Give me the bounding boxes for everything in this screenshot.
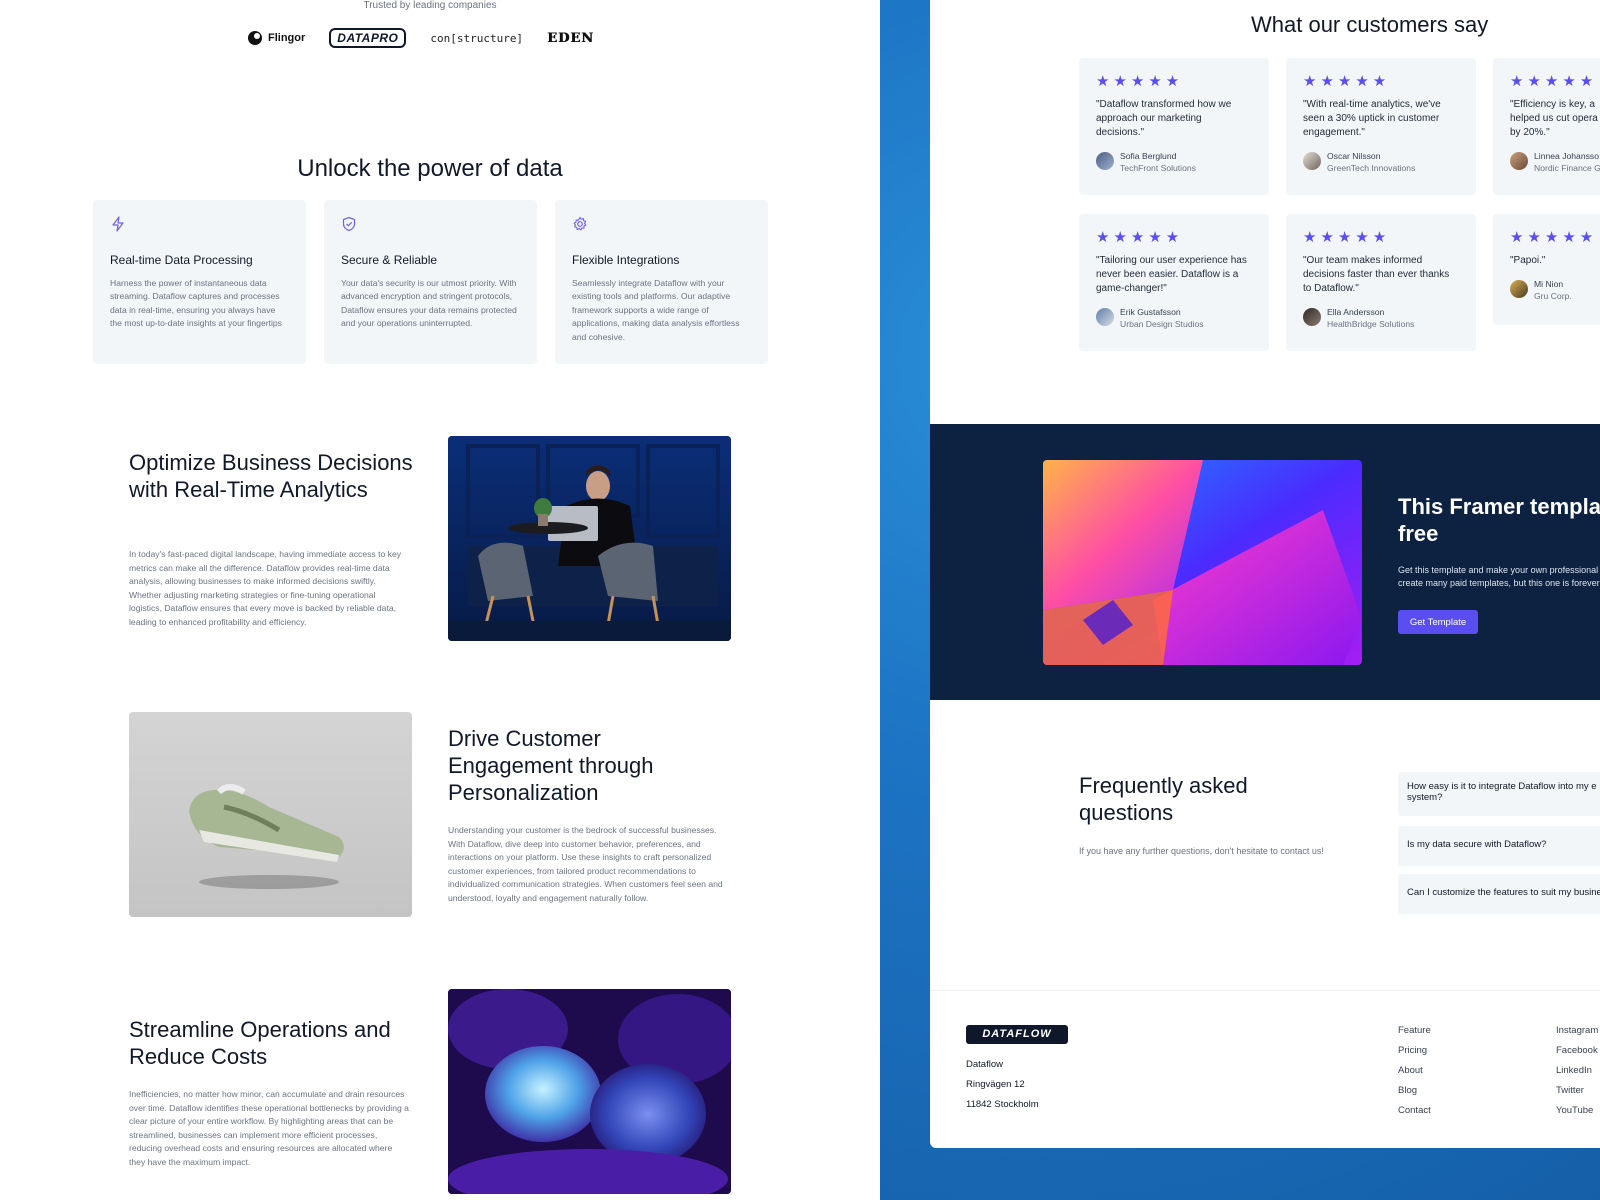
author-name: Ella Andersson [1327, 307, 1385, 317]
faq-item[interactable]: How easy is it to integrate Dataflow int… [1398, 772, 1600, 816]
footer-link-instagram[interactable]: Instagram [1556, 1025, 1598, 1036]
author-company: HealthBridge Solutions [1327, 319, 1415, 329]
faq-item[interactable]: Can I customize the features to suit my … [1398, 874, 1600, 914]
author-name: Mi Nion [1534, 279, 1564, 289]
photo-man-laptop [448, 436, 731, 641]
cta-section: This Framer templa free Get this templat… [930, 424, 1600, 700]
star-rating-icon: ★★★★★ [1303, 229, 1391, 246]
flingor-icon [248, 31, 262, 45]
faq-subtitle: If you have any further questions, don't… [1079, 846, 1324, 856]
testimonial-author: Linnea Johansso Nordic Finance G [1510, 150, 1600, 175]
footer-link-twitter[interactable]: Twitter [1556, 1085, 1584, 1096]
shield-icon [342, 216, 356, 232]
block-text: Understanding your customer is the bedro… [448, 825, 723, 903]
testimonial-card: ★★★★★ "Our team makes informed decisions… [1286, 214, 1476, 351]
gear-icon [573, 216, 587, 231]
cta-text: Get this template and make your own prof… [1398, 565, 1600, 588]
star-rating-icon: ★★★★★ [1303, 73, 1391, 90]
feature-desc: Harness the power of instantaneous data … [110, 278, 282, 329]
footer-link-linkedin[interactable]: LinkedIn [1556, 1065, 1592, 1076]
author-name: Sofia Berglund [1120, 151, 1177, 161]
block-title: Optimize Business Decisions with Real-Ti… [129, 450, 413, 502]
feature-desc: Seamlessly integrate Dataflow with your … [572, 278, 740, 342]
author-name: Linnea Johansso [1534, 151, 1599, 161]
avatar [1303, 152, 1321, 170]
testimonial-card: ★★★★★ "Papoi." Mi Nion Gru Corp. [1493, 214, 1600, 325]
logo-flingor: Flingor [248, 31, 305, 45]
feature-card: Real-time Data Processing Harness the po… [93, 200, 306, 364]
testimonial-card: ★★★★★ "Tailoring our user experience has… [1079, 214, 1269, 351]
testimonial-quote: "Tailoring our user experience has never… [1096, 255, 1247, 294]
feature-card: Secure & Reliable Your data's security i… [324, 200, 537, 364]
feature-card: Flexible Integrations Seamlessly integra… [555, 200, 768, 364]
author-company: Nordic Finance G [1534, 163, 1600, 173]
cta-abstract-image [1043, 460, 1362, 665]
feature-title: Flexible Integrations [572, 253, 680, 267]
photo-sneaker [129, 712, 412, 917]
client-logos: Flingor DATAPRO con[structure] EDEN [248, 28, 594, 48]
footer-address-line: 11842 Stockholm [966, 1099, 1039, 1110]
testimonial-author: Oscar Nilsson GreenTech Innovations [1303, 150, 1459, 175]
author-company: Gru Corp. [1534, 291, 1572, 301]
left-page: Trusted by leading companies Flingor DAT… [0, 0, 880, 1200]
footer-link-pricing[interactable]: Pricing [1398, 1045, 1427, 1056]
testimonial-quote: "Efficiency is key, a helped us cut oper… [1510, 99, 1598, 138]
author-name: Erik Gustafsson [1120, 307, 1181, 317]
cta-title: This Framer templa free [1398, 494, 1600, 546]
star-rating-icon: ★★★★★ [1096, 73, 1184, 90]
footer-address-line: Ringvägen 12 [966, 1079, 1025, 1090]
logo-construct: con[structure] [430, 31, 524, 45]
author-company: GreenTech Innovations [1327, 163, 1416, 173]
testimonial-card: ★★★★★ "Dataflow transformed how we appro… [1079, 58, 1269, 195]
block-text: Inefficiencies, no matter how minor, can… [129, 1089, 409, 1167]
section-title: Unlock the power of data [297, 155, 563, 182]
logo-datapro: DATAPRO [329, 28, 407, 48]
feature-title: Real-time Data Processing [110, 253, 253, 267]
block-text: In today's fast-paced digital landscape,… [129, 549, 402, 627]
avatar [1096, 152, 1114, 170]
footer-address-line: Dataflow [966, 1059, 1003, 1070]
avatar [1510, 280, 1528, 298]
footer-link-blog[interactable]: Blog [1398, 1085, 1417, 1096]
photo-coral [448, 989, 731, 1194]
testimonial-quote: "Dataflow transformed how we approach ou… [1096, 99, 1232, 138]
footer-link-feature[interactable]: Feature [1398, 1025, 1431, 1036]
author-name: Oscar Nilsson [1327, 151, 1381, 161]
author-company: TechFront Solutions [1120, 163, 1196, 173]
lightning-icon [112, 216, 124, 232]
avatar [1303, 308, 1321, 326]
author-company: Urban Design Studios [1120, 319, 1204, 329]
footer-link-youtube[interactable]: YouTube [1556, 1105, 1593, 1116]
testimonial-card: ★★★★★ "With real-time analytics, we've s… [1286, 58, 1476, 195]
star-rating-icon: ★★★★★ [1510, 73, 1598, 90]
testimonial-card: ★★★★★ "Efficiency is key, a helped us cu… [1493, 58, 1600, 195]
block-title: Streamline Operations and Reduce Costs [129, 1017, 391, 1069]
faq-item[interactable]: Is my data secure with Dataflow? [1398, 826, 1600, 866]
feature-title: Secure & Reliable [341, 253, 438, 267]
trusted-label: Trusted by leading companies [363, 0, 497, 11]
testimonial-author: Ella Andersson HealthBridge Solutions [1303, 306, 1459, 331]
logo-eden: EDEN [547, 30, 595, 46]
star-rating-icon: ★★★★★ [1510, 229, 1598, 246]
star-rating-icon: ★★★★★ [1096, 229, 1184, 246]
customers-title: What our customers say [1251, 12, 1489, 37]
faq-title: Frequently asked questions [1079, 773, 1248, 825]
testimonial-quote: "With real-time analytics, we've seen a … [1303, 99, 1441, 138]
footer-link-facebook[interactable]: Facebook [1556, 1045, 1598, 1056]
avatar [1096, 308, 1114, 326]
feature-desc: Your data's security is our utmost prior… [341, 278, 517, 329]
avatar [1510, 152, 1528, 170]
footer-link-about[interactable]: About [1398, 1065, 1423, 1076]
footer-divider [930, 990, 1600, 991]
testimonial-author: Mi Nion Gru Corp. [1510, 278, 1600, 303]
footer-logo[interactable]: DATAFLOW [966, 1025, 1068, 1044]
testimonial-author: Erik Gustafsson Urban Design Studios [1096, 306, 1252, 331]
get-template-button[interactable]: Get Template [1398, 610, 1478, 634]
footer-link-contact[interactable]: Contact [1398, 1105, 1431, 1116]
testimonial-quote: "Papoi." [1510, 255, 1546, 266]
block-title: Drive Customer Engagement through Person… [448, 726, 654, 805]
testimonial-author: Sofia Berglund TechFront Solutions [1096, 150, 1252, 175]
right-page: What our customers say ★★★★★ "Dataflow t… [930, 0, 1600, 1148]
testimonial-quote: "Our team makes informed decisions faste… [1303, 255, 1450, 294]
